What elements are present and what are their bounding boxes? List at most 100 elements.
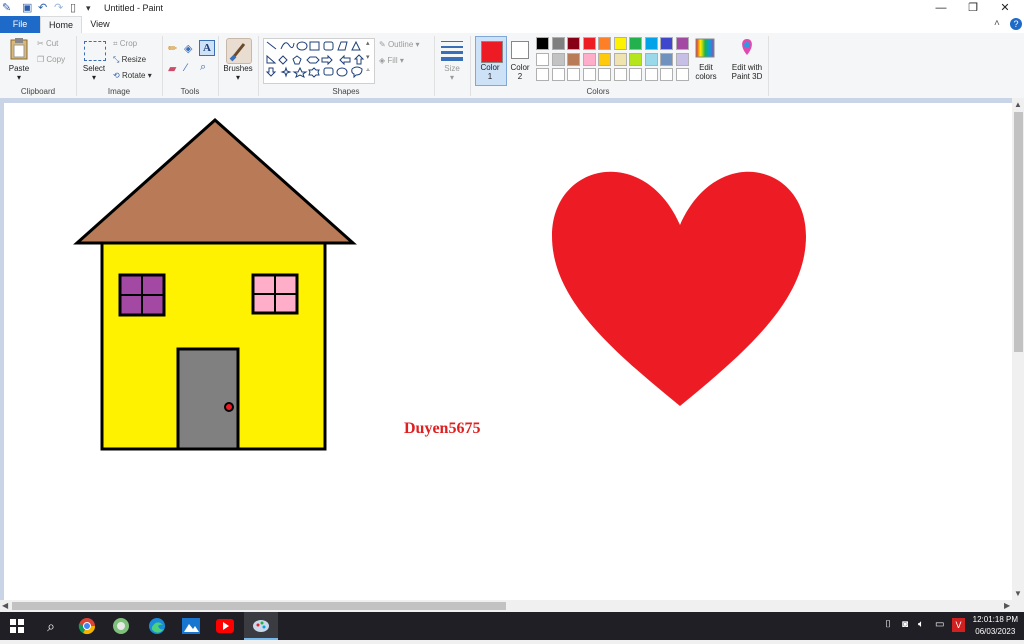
color-swatch[interactable] <box>567 37 580 50</box>
shapes-gallery[interactable] <box>263 38 375 84</box>
minimize-button[interactable]: — <box>925 0 957 16</box>
vietkey-icon[interactable]: V <box>952 618 965 632</box>
color-swatch[interactable] <box>613 52 627 66</box>
select-button[interactable] <box>84 41 106 61</box>
scroll-left-icon[interactable]: ◀ <box>2 601 8 610</box>
close-button[interactable]: ✕ <box>989 0 1021 16</box>
paste-button[interactable] <box>8 37 30 61</box>
restore-button[interactable]: ❐ <box>957 0 989 16</box>
color-swatch[interactable] <box>629 37 642 50</box>
color-swatch[interactable] <box>551 52 565 66</box>
photos-icon[interactable] <box>174 612 208 640</box>
color-swatch[interactable] <box>613 68 627 81</box>
shapes-scroll-up-icon[interactable]: ▴ <box>366 39 370 47</box>
vertical-scroll-thumb[interactable] <box>1014 112 1023 352</box>
search-icon[interactable]: ⌕ <box>34 612 68 640</box>
help-icon[interactable]: ? <box>1010 18 1022 30</box>
brushes-button[interactable] <box>226 38 252 64</box>
color-swatch[interactable] <box>598 52 611 66</box>
new-file-icon[interactable]: ▯ <box>70 1 76 15</box>
paint-icon[interactable]: ✎ <box>2 1 11 15</box>
collapse-ribbon-icon[interactable]: ˄ <box>994 18 1000 29</box>
shapes-group-label: Shapes <box>332 87 360 96</box>
scroll-right-icon[interactable]: ▶ <box>1004 601 1010 610</box>
color-swatch[interactable] <box>598 37 611 50</box>
pencil-icon[interactable]: ✏ <box>168 42 177 55</box>
color-picker-icon[interactable]: ⁄ <box>185 62 187 74</box>
color-swatch[interactable] <box>567 52 580 66</box>
text-tool-icon[interactable]: A <box>199 40 215 56</box>
eraser-icon[interactable]: ▰ <box>168 62 176 75</box>
color-swatch[interactable] <box>567 68 580 81</box>
tab-view[interactable]: View <box>82 16 118 33</box>
color-swatch[interactable] <box>644 52 658 66</box>
scroll-down-icon[interactable]: ▼ <box>1014 589 1022 598</box>
paint3d-label-1: Edit with <box>731 63 763 72</box>
system-clock[interactable]: 12:01:18 PM 06/03/2023 <box>973 614 1018 638</box>
color-swatch[interactable] <box>660 37 673 50</box>
color-swatch[interactable] <box>644 68 658 81</box>
color-swatch[interactable] <box>536 68 549 81</box>
crop-button[interactable]: ⌗ Crop <box>113 38 137 49</box>
save-icon[interactable]: ▣ <box>22 1 32 15</box>
color-swatch[interactable] <box>613 37 627 50</box>
usb-icon[interactable]: ⌷ <box>885 619 891 630</box>
horizontal-scroll-thumb[interactable] <box>12 602 506 610</box>
color-swatch[interactable] <box>629 52 642 66</box>
paint-net-icon[interactable] <box>104 612 138 640</box>
rotate-button[interactable]: ⟲ Rotate ▾ <box>113 70 152 81</box>
cut-button[interactable]: ✂ Cut <box>37 38 58 49</box>
shapes-scroll-down-icon[interactable]: ▾ <box>366 53 370 61</box>
color-swatch[interactable] <box>660 68 673 81</box>
color-swatch[interactable] <box>536 52 549 66</box>
color-swatch[interactable] <box>582 68 596 81</box>
paint-net-logo <box>113 618 129 634</box>
chrome-icon[interactable] <box>70 612 104 640</box>
network-icon[interactable]: ◙ <box>902 619 908 630</box>
tab-home[interactable]: Home <box>40 16 82 33</box>
shapes-more-icon[interactable]: ⩡ <box>366 67 370 75</box>
copy-button[interactable]: ❐ Copy <box>37 54 65 65</box>
line-size-icon <box>441 41 463 61</box>
colors-group-label: Colors <box>586 87 610 96</box>
color-swatch[interactable] <box>536 37 549 50</box>
color-swatch[interactable] <box>644 37 658 50</box>
magnifier-icon[interactable]: ⌕ <box>200 61 206 74</box>
resize-button[interactable]: ⤡ Resize <box>113 54 146 65</box>
color-swatch[interactable] <box>660 52 673 66</box>
youtube-logo <box>216 619 234 633</box>
customize-quick-access-dropdown-icon[interactable]: ▾ <box>86 1 91 15</box>
color-swatch[interactable] <box>551 68 565 81</box>
paste-dropdown-icon[interactable]: ▾ <box>4 73 34 82</box>
edit-with-paint3d-button[interactable] <box>736 37 758 59</box>
edit-colors-button[interactable] <box>694 37 716 59</box>
undo-icon[interactable]: ↶ <box>38 1 47 15</box>
youtube-icon[interactable] <box>208 612 242 640</box>
tab-file[interactable]: File <box>0 16 40 33</box>
size-dropdown-icon[interactable]: ▾ <box>438 73 466 82</box>
fill-label: Fill <box>387 56 398 65</box>
color-swatch[interactable] <box>675 37 689 50</box>
color-swatch[interactable] <box>675 52 689 66</box>
color-swatch[interactable] <box>582 52 596 66</box>
windows-start-icon[interactable] <box>0 612 34 640</box>
color-swatch[interactable] <box>582 37 596 50</box>
size-button[interactable] <box>440 39 464 61</box>
edge-icon[interactable] <box>140 612 174 640</box>
scroll-up-icon[interactable]: ▲ <box>1014 100 1022 109</box>
fill-button[interactable]: ◈ Fill ▾ <box>379 55 404 66</box>
fill-icon: ◈ <box>379 56 386 65</box>
volume-icon[interactable]: 🔈︎ <box>918 619 924 630</box>
color-swatch[interactable] <box>551 37 565 50</box>
display-icon[interactable]: ▭ <box>935 619 944 630</box>
color-swatch[interactable] <box>629 68 642 81</box>
fill-bucket-icon[interactable]: ◈ <box>184 42 192 55</box>
select-dropdown-icon[interactable]: ▾ <box>78 73 110 82</box>
paint-app-icon[interactable] <box>244 612 278 640</box>
outline-button[interactable]: ✎ Outline ▾ <box>379 39 420 50</box>
color-swatch[interactable] <box>598 68 611 81</box>
brushes-dropdown-icon[interactable]: ▾ <box>220 73 256 82</box>
redo-icon[interactable]: ↷ <box>54 1 63 15</box>
drawing-canvas[interactable]: Duyen5675 <box>4 103 1012 600</box>
color-swatch[interactable] <box>675 68 689 81</box>
